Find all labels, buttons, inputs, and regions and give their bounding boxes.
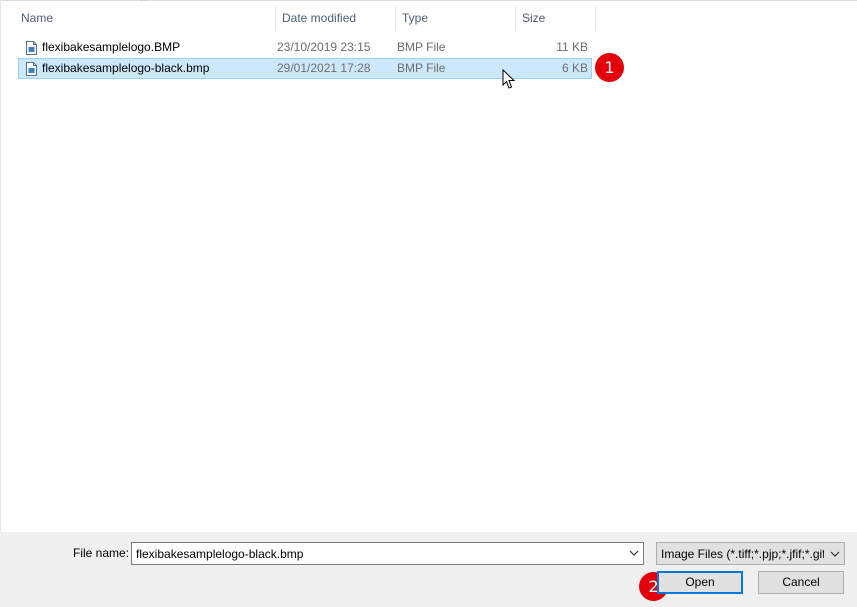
- file-type-filter-select[interactable]: Image Files (*.tiff;*.pjp;*.jfif;*.gif;*…: [656, 542, 845, 565]
- file-type: BMP File: [397, 40, 446, 54]
- file-date: 29/01/2021 17:28: [277, 61, 371, 75]
- cancel-button[interactable]: Cancel: [758, 571, 844, 594]
- bmp-file-icon: [19, 38, 39, 57]
- file-name: flexibakesamplelogo-black.bmp: [42, 61, 210, 75]
- mouse-pointer-icon: [502, 69, 516, 89]
- chevron-down-icon[interactable]: [629, 547, 639, 559]
- file-type: BMP File: [397, 61, 446, 75]
- column-header-name[interactable]: ^ Name: [1, 0, 276, 31]
- step-badge-1: 1: [595, 53, 624, 82]
- file-list-pane[interactable]: ^ Name Date modified Type Size flexibake…: [0, 0, 857, 532]
- file-name: flexibakesamplelogo.BMP: [42, 40, 181, 54]
- file-size: 11 KB: [556, 40, 588, 54]
- column-header-row: ^ Name Date modified Type Size: [1, 0, 596, 31]
- column-header-date[interactable]: Date modified: [276, 6, 396, 31]
- file-name-value: flexibakesamplelogo-black.bmp: [136, 547, 304, 561]
- file-date: 23/10/2019 23:15: [277, 40, 371, 54]
- file-name-label: File name:: [73, 546, 130, 560]
- file-row[interactable]: flexibakesamplelogo.BMP 23/10/2019 23:15…: [18, 37, 592, 58]
- pane-top-border: [1, 0, 857, 5]
- sort-up-icon: ^: [141, 0, 146, 7]
- file-type-filter-value: Image Files (*.tiff;*.pjp;*.jfif;*.gif;*…: [661, 547, 824, 561]
- bmp-file-icon: [19, 59, 39, 78]
- column-header-size[interactable]: Size: [516, 6, 596, 31]
- open-button[interactable]: Open: [657, 571, 743, 594]
- chevron-down-icon[interactable]: [830, 548, 840, 560]
- file-name-input[interactable]: flexibakesamplelogo-black.bmp: [131, 542, 644, 565]
- column-header-type[interactable]: Type: [396, 6, 516, 31]
